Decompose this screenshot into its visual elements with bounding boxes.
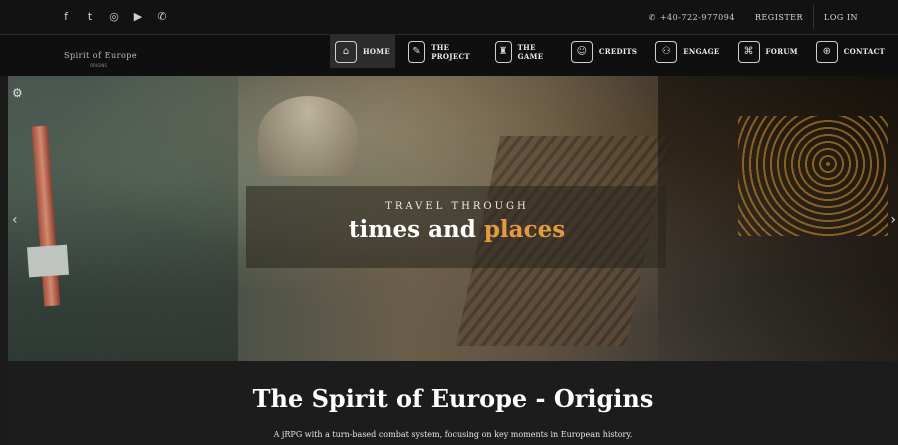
nav-label-the-project: THE PROJECT [431,42,470,61]
phone-icon: ✆ [648,12,656,22]
nav-menu: ⌂ HOME ✎ THE PROJECT ♜ THE GAME ☺ CREDIT… [330,35,898,76]
login-link[interactable]: LOG IN [824,13,858,22]
home-icon: ⌂ [335,40,357,63]
account-links: ✆ +40-722-977094 REGISTER LOG IN [649,5,858,29]
nav-item-the-game[interactable]: ♜ THE GAME [490,35,558,68]
nav-item-home[interactable]: ⌂ HOME [330,35,395,68]
instagram-icon[interactable]: ◎ [108,10,120,24]
contact-icon: ⊕ [815,40,838,63]
forum-icon: ⌘ [737,40,760,63]
social-links: f t ◎ ▶ ✆ [60,10,168,24]
facebook-icon[interactable]: f [60,10,72,24]
page-description: A jRPG with a turn-based combat system, … [273,430,633,439]
hero-column-base [27,244,69,278]
settings-gear-icon[interactable]: ⚙ [12,86,23,100]
nav-label-forum: FORUM [765,47,798,56]
next-slide-icon[interactable]: › [890,212,896,228]
nav-item-engage[interactable]: ⚇ ENGAGE [650,35,724,68]
phone-number: +40-722-977094 [659,12,735,22]
nav-item-credits[interactable]: ☺ CREDITS [566,35,642,68]
youtube-icon[interactable]: ▶ [132,10,144,24]
hero-title: times and places [8,216,898,243]
engage-icon: ⚇ [655,40,678,63]
hero-slider: TRAVEL THROUGH times and places ‹ › ⚙ [8,76,898,361]
nav-label-the-game: THE GAME [517,42,544,61]
nav-label-credits: CREDITS [598,47,638,56]
twitter-icon[interactable]: t [84,10,96,24]
nav-item-forum[interactable]: ⌘ FORUM [733,35,803,68]
nav-label-engage: ENGAGE [683,47,720,56]
phone-contact[interactable]: ✆ +40-722-977094 [649,13,735,22]
nav-label-home: HOME [363,47,390,56]
game-icon: ♜ [494,40,512,63]
intro-section: The Spirit of Europe - Origins A jRPG wi… [8,361,898,445]
hero-temple [258,96,358,176]
register-link[interactable]: REGISTER [755,13,803,22]
site-logo[interactable]: Spirit of Europe ORIGINS [56,45,142,69]
nav-label-contact: CONTACT [843,47,885,56]
credits-icon: ☺ [570,40,593,63]
divider [813,5,815,29]
whatsapp-icon[interactable]: ✆ [156,10,168,24]
hero-title-main: times and [348,216,484,243]
page-title: The Spirit of Europe - Origins [252,384,654,413]
nav-item-the-project[interactable]: ✎ THE PROJECT [403,35,482,68]
nav-item-contact[interactable]: ⊕ CONTACT [811,35,890,68]
top-bar: f t ◎ ▶ ✆ ✆ +40-722-977094 REGISTER LOG … [0,0,898,35]
prev-slide-icon[interactable]: ‹ [12,212,18,228]
project-icon: ✎ [408,40,426,63]
logo-subtitle: ORIGINS [90,63,107,68]
logo-text: Spirit of Europe [64,51,138,60]
main-navbar: Spirit of Europe ORIGINS ⌂ HOME ✎ THE PR… [0,35,898,76]
hero-subtitle: TRAVEL THROUGH [385,201,529,212]
hero-title-accent: places [483,216,566,243]
